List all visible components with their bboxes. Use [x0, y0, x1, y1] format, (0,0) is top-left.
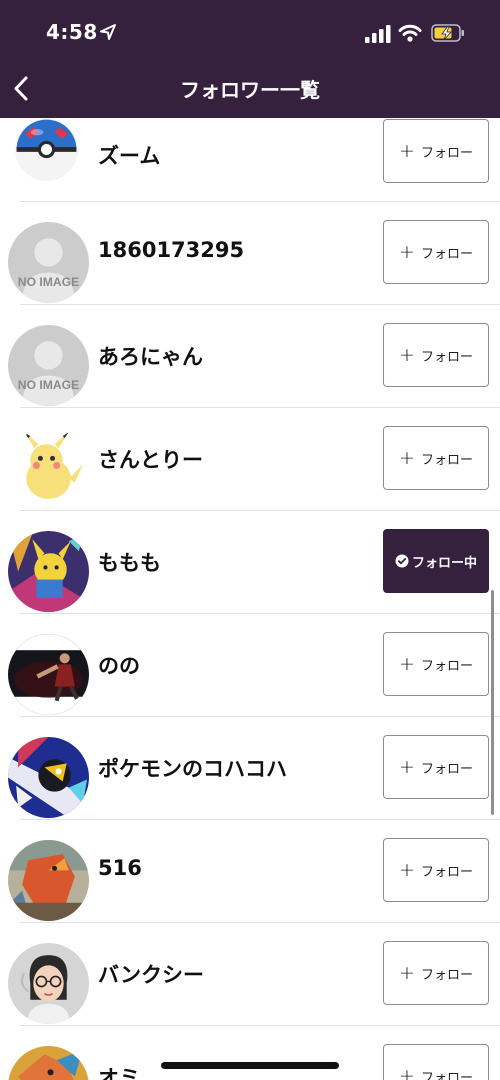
- check-circle-icon: [395, 554, 409, 568]
- follow-button[interactable]: + フォロー: [383, 838, 489, 902]
- list-item[interactable]: NO IMAGE あろにゃん + フォロー: [0, 305, 500, 408]
- svg-text:NO IMAGE: NO IMAGE: [18, 275, 79, 289]
- follow-button[interactable]: + フォロー: [383, 119, 489, 183]
- charizard-avatar[interactable]: [8, 1046, 89, 1080]
- user-name[interactable]: ももも: [98, 547, 161, 577]
- signal-icon: [365, 25, 391, 43]
- no-image-avatar[interactable]: NO IMAGE: [8, 325, 89, 406]
- list-item[interactable]: のの + フォロー: [0, 614, 500, 717]
- location-arrow-icon: [100, 24, 116, 40]
- user-name[interactable]: あろにゃん: [98, 341, 203, 371]
- user-name[interactable]: さんとりー: [98, 444, 203, 474]
- performer-photo-avatar[interactable]: [8, 634, 89, 715]
- wifi-icon: [398, 24, 422, 42]
- list-item[interactable]: ズーム + フォロー: [0, 118, 500, 202]
- list-item[interactable]: ポケモンのコハコハ + フォロー: [0, 717, 500, 820]
- list-item[interactable]: バンクシー + フォロー: [0, 923, 500, 1026]
- header: 4:58 フォロワー一覧: [0, 0, 500, 118]
- pikachu-avatar[interactable]: [8, 428, 89, 509]
- follow-button[interactable]: + フォロー: [383, 632, 489, 696]
- pokemon-art-avatar[interactable]: [8, 737, 89, 818]
- follow-button[interactable]: + フォロー: [383, 941, 489, 1005]
- list-item[interactable]: 516 + フォロー: [0, 820, 500, 923]
- list-item[interactable]: オミ + フォロー: [0, 1026, 500, 1080]
- pikachu-art-avatar[interactable]: [8, 531, 89, 612]
- battery-charging-icon: [431, 24, 464, 42]
- follow-button[interactable]: + フォロー: [383, 1044, 489, 1080]
- svg-text:NO IMAGE: NO IMAGE: [18, 378, 79, 392]
- scrollbar[interactable]: [491, 590, 494, 815]
- cartoon-person-avatar[interactable]: [8, 943, 89, 1024]
- list-item[interactable]: ももも フォロー中: [0, 511, 500, 614]
- follow-button[interactable]: + フォロー: [383, 220, 489, 284]
- following-button[interactable]: フォロー中: [383, 529, 489, 593]
- page-title: フォロワー一覧: [180, 78, 320, 102]
- user-name[interactable]: のの: [98, 650, 140, 680]
- user-name[interactable]: 516: [98, 856, 142, 880]
- follow-button[interactable]: + フォロー: [383, 323, 489, 387]
- follow-button[interactable]: + フォロー: [383, 735, 489, 799]
- pokeball-avatar[interactable]: [15, 118, 78, 181]
- charizard-card-avatar[interactable]: [8, 840, 89, 921]
- list-item[interactable]: さんとりー + フォロー: [0, 408, 500, 511]
- home-indicator[interactable]: [161, 1062, 339, 1069]
- status-time: 4:58: [46, 20, 98, 44]
- user-name[interactable]: オミ: [98, 1062, 140, 1080]
- list-item[interactable]: NO IMAGE 1860173295 + フォロー: [0, 202, 500, 305]
- follow-button[interactable]: + フォロー: [383, 426, 489, 490]
- user-name[interactable]: ポケモンのコハコハ: [98, 753, 287, 783]
- user-name[interactable]: バンクシー: [98, 959, 204, 989]
- user-name[interactable]: 1860173295: [98, 238, 244, 262]
- user-name[interactable]: ズーム: [98, 140, 160, 170]
- follower-list: ズーム + フォロー NO IMAGE 1860173295 + フォロー NO I…: [0, 118, 500, 1080]
- no-image-avatar[interactable]: NO IMAGE: [8, 222, 89, 303]
